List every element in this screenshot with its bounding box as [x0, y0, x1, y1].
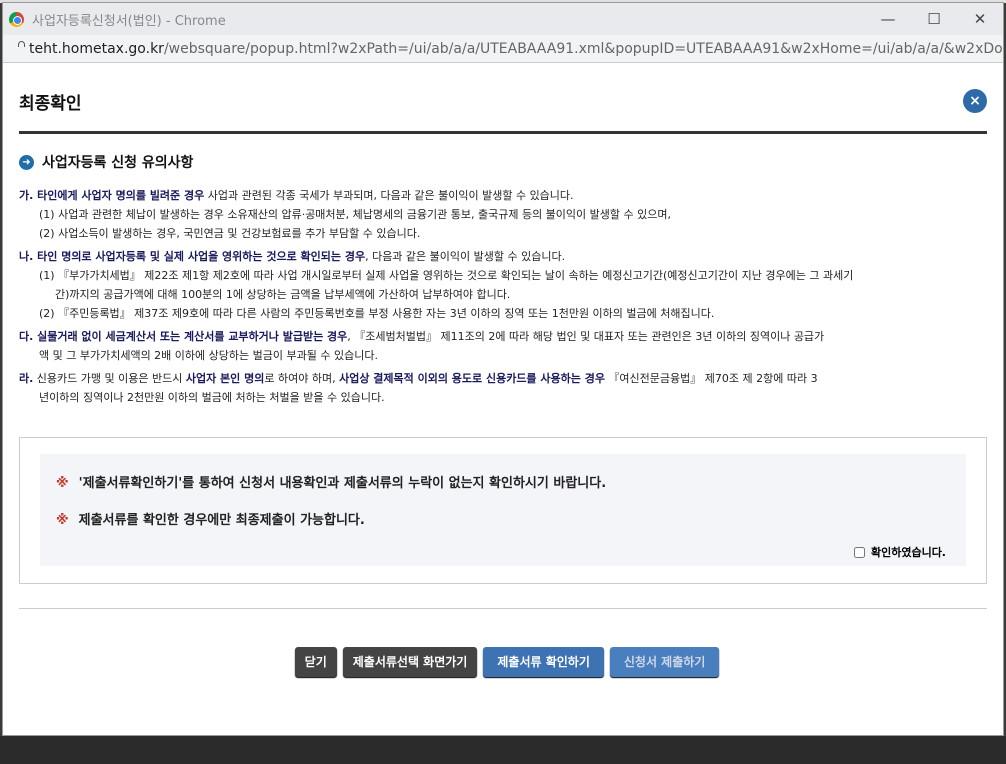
item-sub: (1) 『부가가치세법』 제22조 제1항 제2호에 따라 사업 개시일로부터 … — [39, 269, 854, 282]
chrome-icon — [9, 11, 24, 27]
item-text: 『여신전문금융법』 제70조 제 2항에 따라 3 — [604, 372, 818, 385]
reference-mark: ※ — [56, 513, 69, 528]
page-title: 최종확인 — [19, 93, 82, 114]
title-bar: 사업자등록신청서(법인) - Chrome — ☐ ✕ — [3, 3, 1003, 35]
notice-item: 나. 타인 명의로 사업자등록 및 실제 사업을 영위하는 것으로 확인되는 경… — [19, 247, 987, 323]
address-bar[interactable]: teht.hometax.go.kr/websquare/popup.html?… — [3, 35, 1003, 63]
submit-application-button[interactable]: 신청서 제출하기 — [609, 647, 720, 677]
reference-mark: ※ — [56, 476, 69, 491]
item-text: , 다음과 같은 불이익이 발생할 수 있습니다. — [365, 250, 566, 263]
notice-item: 라. 신용카드 가맹 및 이용은 반드시 사업자 본인 명의로 하여야 하며, … — [19, 369, 987, 407]
item-heading: 다. 실물거래 없이 세금계산서 또는 계산서를 교부하거나 발급받는 경우 — [19, 330, 348, 343]
item-bold: 사업자 본인 명의 — [185, 372, 265, 385]
checkbox-text: 확인하였습니다. — [870, 546, 946, 559]
item-bold: 사업상 결제목적 이외의 용도로 신용카드를 사용하는 경우 — [339, 372, 605, 385]
close-icon[interactable]: × — [963, 89, 987, 113]
item-sub: 액 및 그 부가가치세액의 2배 이하에 상당하는 벌금이 부과될 수 있습니다… — [39, 349, 378, 362]
confirm-checkbox[interactable] — [853, 546, 865, 558]
item-heading: 나. 타인 명의로 사업자등록 및 실제 사업을 영위하는 것으로 확인되는 경… — [19, 250, 366, 263]
divider — [19, 608, 987, 609]
confirm-checkbox-label[interactable]: 확인하였습니다. — [853, 544, 946, 560]
divider — [19, 131, 987, 134]
item-text: 사업과 관련된 각종 국세가 부과되며, 다음과 같은 불이익이 발생할 수 있… — [204, 189, 574, 202]
item-sub: (1) 사업과 관련한 체납이 발생하는 경우 소유재산의 압류·공매처분, 체… — [39, 208, 671, 221]
notice-item: 가. 타인에게 사업자 명의를 빌려준 경우 사업과 관련된 각종 국세가 부과… — [19, 186, 987, 243]
minimize-icon[interactable]: — — [865, 10, 911, 28]
background-page-footer — [0, 736, 1006, 764]
notice-line: '제출서류확인하기'를 통하여 신청서 내용확인과 제출서류의 누락이 없는지 … — [78, 476, 607, 491]
item-sub: 년이하의 징역이나 2천만원 이하의 벌금에 처하는 처벌을 받을 수 있습니다… — [39, 391, 385, 404]
item-heading: 라. — [19, 372, 34, 385]
go-select-docs-button[interactable]: 제출서류선택 화면가기 — [342, 647, 478, 677]
popup-window: 사업자등록신청서(법인) - Chrome — ☐ ✕ teht.hometax… — [2, 2, 1004, 736]
item-text: 로 하여야 하며, — [264, 372, 340, 385]
close-button[interactable]: 닫기 — [294, 647, 337, 677]
window-title: 사업자등록신청서(법인) - Chrome — [32, 13, 226, 29]
item-text: 신용카드 가맹 및 이용은 반드시 — [33, 372, 186, 385]
notice-line: 제출서류를 확인한 경우에만 최종제출이 가능합니다. — [78, 513, 365, 528]
item-text: , 『조세범처벌법』 제11조의 2에 따라 해당 법인 및 대표자 또는 관련… — [347, 330, 825, 343]
url-path: /websquare/popup.html?w2xPath=/ui/ab/a/a… — [163, 40, 1003, 57]
url-host: teht.hometax.go.kr — [29, 40, 164, 57]
item-sub: 간)까지의 공급가액에 대해 100분의 1에 상당하는 금액을 납부세액에 가… — [55, 288, 511, 301]
close-window-icon[interactable]: ✕ — [957, 10, 1003, 28]
confirm-box: ※ '제출서류확인하기'를 통하여 신청서 내용확인과 제출서류의 누락이 없는지… — [19, 437, 987, 584]
confirm-docs-button[interactable]: 제출서류 확인하기 — [483, 647, 604, 677]
arrow-right-icon: ➜ — [19, 154, 34, 170]
section-title: 사업자등록 신청 유의사항 — [42, 155, 194, 171]
item-sub: (2) 사업소득이 발생하는 경우, 국민연금 및 건강보험료를 추가 부담할 … — [39, 227, 421, 240]
item-heading: 가. 타인에게 사업자 명의를 빌려준 경우 — [19, 189, 205, 202]
item-sub: (2) 『주민등록법』 제37조 제9호에 따라 다른 사람의 주민등록번호를 … — [39, 307, 715, 320]
notice-item: 다. 실물거래 없이 세금계산서 또는 계산서를 교부하거나 발급받는 경우, … — [19, 327, 987, 365]
maximize-icon[interactable]: ☐ — [911, 10, 957, 28]
